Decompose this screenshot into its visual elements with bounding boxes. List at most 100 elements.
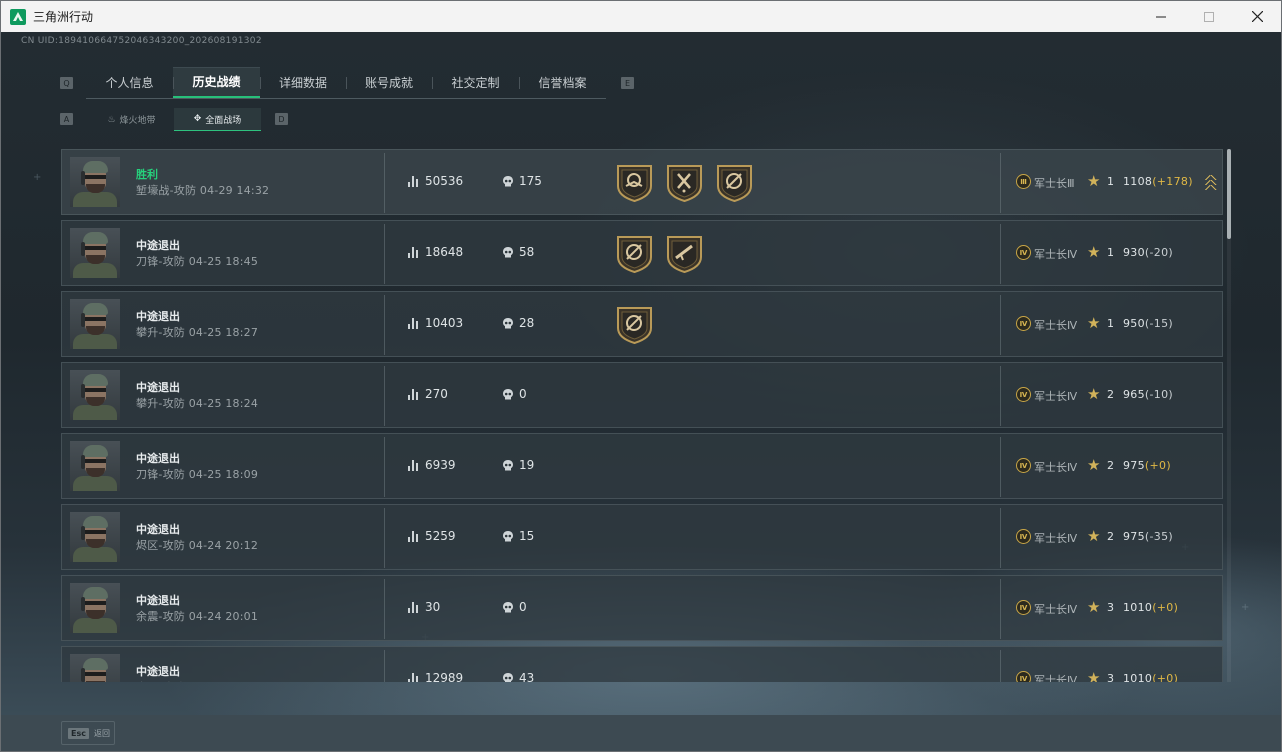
rank-badge-icon: Ⅳ	[1016, 458, 1031, 473]
decor-cross-icon: +	[1241, 602, 1250, 613]
player-avatar	[70, 370, 120, 420]
command-medal-icon[interactable]	[615, 162, 654, 203]
match-row[interactable]: 中途退出 刀锋-攻防 04-25 18:09 6939 19 Ⅳ 军士长Ⅳ ★ 2 975(+0…	[61, 433, 1223, 499]
skull-icon	[503, 176, 513, 187]
maximize-button[interactable]	[1185, 1, 1233, 32]
row-divider	[384, 224, 385, 284]
medal-list	[615, 233, 704, 274]
match-row[interactable]: 中途退出 攀升-攻防 04-25 18:24 270 0 Ⅳ 军士长Ⅳ ★ 2 965(-10)	[61, 362, 1223, 428]
rank-points: 975(-35)	[1123, 530, 1173, 543]
skull-icon	[503, 460, 513, 471]
match-row[interactable]: 中途退出 刀锋-攻防 04-25 18:45 18648 58 Ⅳ 军士长Ⅳ ★ 1 930(-…	[61, 220, 1223, 286]
row-divider	[1000, 508, 1001, 568]
match-row[interactable]: 胜利 堑壕战-攻防 04-29 14:32 50536 175 Ⅲ 军士长Ⅲ ★ 1 1108(…	[61, 149, 1223, 215]
rank-badge-icon: Ⅳ	[1016, 600, 1031, 615]
points-delta: (+0)	[1152, 601, 1179, 614]
rank-badge-icon: Ⅳ	[1016, 316, 1031, 331]
rank-badge-icon: Ⅳ	[1016, 387, 1031, 402]
match-mode-time: 刀锋-攻防 04-25 18:45	[136, 255, 259, 268]
score-bar-icon	[408, 318, 420, 329]
tab-personal-info[interactable]: 个人信息	[86, 67, 173, 98]
prev-subtab-key-hint: A	[60, 113, 73, 125]
skull-icon	[503, 673, 513, 682]
minimize-button[interactable]	[1137, 1, 1185, 32]
rank-name: 军士长Ⅳ	[1034, 674, 1078, 682]
sniper-medal-icon[interactable]	[715, 162, 754, 203]
points-delta: (-10)	[1144, 388, 1173, 401]
match-score: 50536	[425, 174, 464, 188]
close-icon	[1251, 11, 1263, 22]
match-mode-time: 攀升-攻防 04-25 18:24	[136, 397, 259, 410]
minimize-icon	[1156, 16, 1166, 17]
match-result: 中途退出	[136, 452, 180, 465]
star-icon: ★	[1087, 243, 1101, 261]
star-count: 1	[1107, 246, 1114, 259]
rank-points: 1010(+0)	[1123, 672, 1178, 682]
star-count: 3	[1107, 672, 1114, 682]
scrollbar-thumb[interactable]	[1227, 149, 1231, 239]
match-history-list: 胜利 堑壕战-攻防 04-29 14:32 50536 175 Ⅲ 军士长Ⅲ ★ 1 1108(…	[61, 149, 1223, 682]
row-divider	[1000, 224, 1001, 284]
window-controls	[1137, 1, 1281, 32]
row-divider	[384, 650, 385, 682]
star-count: 1	[1107, 317, 1114, 330]
rank-name: 军士长Ⅳ	[1034, 461, 1078, 474]
match-row[interactable]: 中途退出 余震-攻防 04-24 20:01 30 0 Ⅳ 军士长Ⅳ ★ 3 1010(+0)	[61, 575, 1223, 641]
sniper-medal-icon[interactable]	[615, 233, 654, 274]
tab-achievements[interactable]: 账号成就	[346, 67, 432, 98]
match-kills: 28	[519, 316, 535, 330]
match-kills: 0	[519, 600, 527, 614]
rank-points: 1108(+178)	[1123, 175, 1193, 188]
match-kills: 43	[519, 671, 535, 682]
rank-name: 军士长Ⅳ	[1034, 319, 1078, 332]
player-avatar	[70, 441, 120, 491]
player-avatar	[70, 654, 120, 682]
medal-list	[615, 162, 754, 203]
list-scrollbar[interactable]	[1227, 149, 1231, 682]
sniper-medal-icon[interactable]	[615, 304, 654, 345]
rifle-medal-icon[interactable]	[665, 233, 704, 274]
row-divider	[1000, 437, 1001, 497]
match-score: 18648	[425, 245, 464, 259]
skull-icon	[503, 318, 513, 329]
subtab-hazard-zone[interactable]: ♨ 烽火地带	[89, 108, 174, 131]
close-button[interactable]	[1233, 1, 1281, 32]
match-row[interactable]: 中途退出 烬区-攻防 04-24 20:12 5259 15 Ⅳ 军士长Ⅳ ★ 2 975(-3…	[61, 504, 1223, 570]
match-result: 中途退出	[136, 665, 180, 678]
mode-subtabs: ♨ 烽火地带 ✥ 全面战场	[89, 108, 261, 131]
esc-key-hint: Esc	[68, 727, 89, 739]
star-icon: ★	[1087, 669, 1101, 682]
tab-social-custom[interactable]: 社交定制	[432, 67, 519, 98]
maximize-icon	[1204, 11, 1214, 22]
match-mode-time: 攀升-攻防 04-25 18:27	[136, 326, 259, 339]
back-button[interactable]: Esc 返回	[61, 721, 115, 745]
match-mode-time: 余震-攻防 04-24 19:59	[136, 679, 258, 682]
match-score: 5259	[425, 529, 456, 543]
rank-name: 军士长Ⅳ	[1034, 603, 1078, 616]
match-kills: 15	[519, 529, 535, 543]
subtab-warfare[interactable]: ✥ 全面战场	[174, 108, 261, 131]
engineer-medal-icon[interactable]	[665, 162, 704, 203]
match-row[interactable]: 中途退出 攀升-攻防 04-25 18:27 10403 28 Ⅳ 军士长Ⅳ ★ 1 950(-…	[61, 291, 1223, 357]
rank-points: 950(-15)	[1123, 317, 1173, 330]
points-delta: (-15)	[1144, 317, 1173, 330]
match-kills: 0	[519, 387, 527, 401]
tab-detailed-stats[interactable]: 详细数据	[260, 67, 346, 98]
rank-name: 军士长Ⅳ	[1034, 248, 1078, 261]
app-window: 三角洲行动 + + + + CN UID:1894106647520463432…	[0, 0, 1282, 752]
tab-credit-record[interactable]: 信誉档案	[519, 67, 606, 98]
row-divider	[384, 579, 385, 639]
score-bar-icon	[408, 247, 420, 258]
rank-points: 975(+0)	[1123, 459, 1171, 472]
flame-icon: ♨	[107, 114, 116, 125]
match-row[interactable]: 中途退出余震-攻防 04-24 19:59 12989 43 Ⅳ军士长Ⅳ ★ 3 1010(…	[61, 646, 1223, 682]
player-uid: CN UID:1894106647520463432​00_2026081913…	[21, 36, 262, 46]
row-divider	[1000, 650, 1001, 682]
title-bar: 三角洲行动	[1, 1, 1281, 32]
star-icon: ★	[1087, 527, 1101, 545]
tab-match-history[interactable]: 历史战绩	[173, 67, 260, 98]
match-result: 中途退出	[136, 381, 180, 394]
score-bar-icon	[408, 602, 420, 613]
match-result: 中途退出	[136, 239, 180, 252]
rank-badge-icon: Ⅳ	[1016, 529, 1031, 544]
